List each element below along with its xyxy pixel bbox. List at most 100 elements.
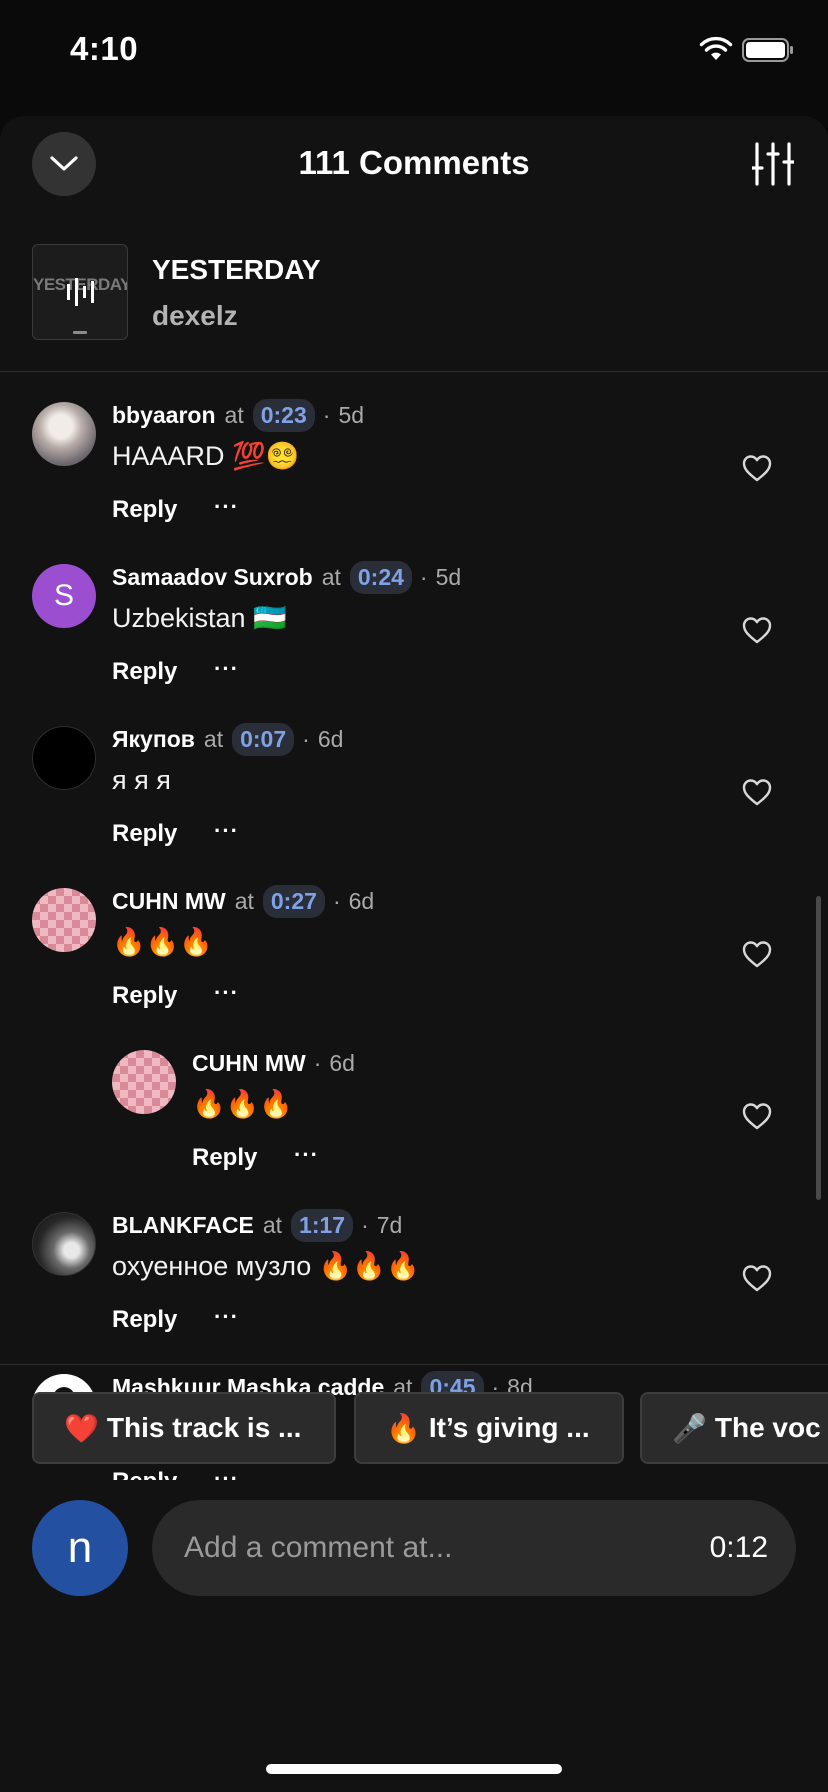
fire-emoji-icon: 🔥 bbox=[386, 1412, 421, 1444]
list-item: bbyaaron at 0:23 · 5d HAAARD 💯😵‍💫 Reply … bbox=[0, 372, 828, 532]
wifi-icon bbox=[699, 36, 733, 60]
comment-username[interactable]: CUHN MW bbox=[112, 888, 226, 915]
divider bbox=[0, 1364, 828, 1365]
artwork-detail bbox=[73, 331, 87, 334]
heart-icon[interactable] bbox=[742, 940, 772, 968]
comment-age: 5d bbox=[435, 563, 462, 590]
separator-dot: · bbox=[361, 1211, 369, 1238]
ellipsis-icon[interactable]: ··· bbox=[214, 1304, 239, 1330]
track-info[interactable]: YESTERDAY YESTERDAY dexelz bbox=[32, 244, 321, 340]
ellipsis-icon[interactable]: ··· bbox=[214, 494, 239, 520]
battery-icon bbox=[742, 38, 793, 62]
page-title: 111 Comments bbox=[298, 144, 530, 181]
comment-input[interactable]: Add a comment at... 0:12 bbox=[152, 1500, 796, 1596]
separator-dot: · bbox=[313, 1049, 322, 1076]
reply-button[interactable]: Reply bbox=[192, 1144, 257, 1172]
comment-text: 🔥🔥🔥 bbox=[112, 927, 213, 957]
screen: 4:10 111 Comments YESTERDAY YESTERDAY de… bbox=[0, 0, 828, 1792]
reply-button[interactable]: Reply bbox=[112, 1306, 177, 1334]
comment-header: CUHN MW · 6d bbox=[192, 1046, 355, 1080]
avatar[interactable] bbox=[32, 402, 96, 466]
list-item: Якупов at 0:07 · 6d я я я Reply ··· bbox=[0, 696, 828, 856]
avatar[interactable] bbox=[32, 726, 96, 790]
status-bar: 4:10 bbox=[0, 0, 828, 110]
comment-username[interactable]: Samaadov Suxrob bbox=[112, 564, 313, 591]
comment-username[interactable]: Якупов bbox=[112, 726, 195, 753]
comment-timestamp-chip[interactable]: 0:23 bbox=[252, 398, 315, 432]
track-artist: dexelz bbox=[152, 300, 238, 331]
separator-dot: · bbox=[419, 563, 428, 590]
reply-item: CUHN MW · 6d 🔥🔥🔥 Reply ··· bbox=[0, 1020, 828, 1180]
list-item: CUHN MW at 0:27 · 6d 🔥🔥🔥 Reply ··· bbox=[0, 858, 828, 1018]
ellipsis-icon[interactable]: ··· bbox=[214, 1466, 239, 1480]
comment-text: я я я bbox=[112, 765, 171, 795]
comment-age: 5d bbox=[338, 401, 365, 428]
comment-composer: n Add a comment at... 0:12 bbox=[32, 1500, 796, 1596]
ellipsis-icon[interactable]: ··· bbox=[294, 1142, 319, 1168]
comment-timestamp-chip[interactable]: 0:27 bbox=[262, 884, 325, 918]
comment-input-placeholder: Add a comment at... bbox=[184, 1531, 453, 1564]
avatar-letter: n bbox=[67, 1523, 93, 1572]
avatar[interactable] bbox=[32, 888, 96, 952]
comment-text: охуенное музло 🔥🔥🔥 bbox=[112, 1251, 420, 1281]
reply-button[interactable]: Reply bbox=[112, 496, 177, 524]
sliders-icon[interactable] bbox=[752, 140, 794, 188]
separator-dot: · bbox=[302, 725, 310, 752]
home-indicator[interactable] bbox=[266, 1764, 562, 1774]
suggestion-chip-label: The voc bbox=[714, 1412, 821, 1443]
comment-age: 6d bbox=[348, 887, 375, 914]
comment-timestamp-chip[interactable]: 1:17 bbox=[291, 1208, 354, 1242]
ellipsis-icon[interactable]: ··· bbox=[214, 818, 239, 844]
comment-at-label: at bbox=[262, 1211, 283, 1238]
suggestion-chip-label: It’s giving ... bbox=[428, 1412, 590, 1443]
comment-username[interactable]: bbyaaron bbox=[112, 402, 216, 429]
suggestion-chip[interactable]: ❤️ This track is ... bbox=[32, 1392, 336, 1464]
separator-dot: · bbox=[332, 887, 341, 914]
reply-button[interactable]: Reply bbox=[112, 1468, 177, 1480]
heart-icon[interactable] bbox=[742, 454, 772, 482]
comment-username[interactable]: BLANKFACE bbox=[112, 1212, 254, 1239]
comment-header: Samaadov Suxrob at 0:24 · 5d bbox=[112, 560, 461, 594]
avatar[interactable]: S bbox=[32, 564, 96, 628]
avatar[interactable] bbox=[32, 1212, 96, 1276]
heart-icon[interactable] bbox=[742, 1102, 772, 1130]
comment-username[interactable]: CUHN MW bbox=[192, 1050, 306, 1077]
comment-age: 7d bbox=[376, 1211, 403, 1238]
comment-age: 6d bbox=[329, 1049, 355, 1076]
heart-icon[interactable] bbox=[742, 616, 772, 644]
comment-header: BLANKFACE at 1:17 · 7d bbox=[112, 1208, 402, 1242]
list-item: S Samaadov Suxrob at 0:24 · 5d Uzbekista… bbox=[0, 534, 828, 694]
reply-button[interactable]: Reply bbox=[112, 658, 177, 686]
reply-button[interactable]: Reply bbox=[112, 820, 177, 848]
comment-timestamp-chip[interactable]: 0:07 bbox=[232, 722, 295, 756]
ellipsis-icon[interactable]: ··· bbox=[214, 980, 239, 1006]
separator-dot: · bbox=[322, 401, 331, 428]
ellipsis-icon[interactable]: ··· bbox=[214, 656, 239, 682]
scrollbar[interactable] bbox=[816, 896, 821, 1200]
comment-age: 6d bbox=[317, 725, 344, 752]
track-title: YESTERDAY bbox=[152, 254, 321, 285]
comment-header: CUHN MW at 0:27 · 6d bbox=[112, 884, 374, 918]
comment-at-label: at bbox=[321, 563, 341, 590]
comment-text: Uzbekistan 🇺🇿 bbox=[112, 603, 287, 633]
status-time: 4:10 bbox=[70, 30, 139, 67]
comment-timestamp-chip[interactable]: 0:24 bbox=[349, 560, 412, 594]
suggestion-chip-label: This track is ... bbox=[106, 1412, 302, 1443]
list-item: BLANKFACE at 1:17 · 7d охуенное музло 🔥🔥… bbox=[0, 1182, 828, 1342]
avatar[interactable] bbox=[112, 1050, 176, 1114]
comment-header: Якупов at 0:07 · 6d bbox=[112, 722, 343, 756]
suggestion-chip[interactable]: 🎤 The voc bbox=[640, 1392, 828, 1464]
avatar-letter: S bbox=[53, 579, 74, 612]
comments-list[interactable]: bbyaaron at 0:23 · 5d HAAARD 💯😵‍💫 Reply … bbox=[0, 372, 828, 1480]
suggestion-chip[interactable]: 🔥 It’s giving ... bbox=[354, 1392, 624, 1464]
heart-icon[interactable] bbox=[742, 1264, 772, 1292]
reply-button[interactable]: Reply bbox=[112, 982, 177, 1010]
track-artwork: YESTERDAY bbox=[32, 244, 128, 340]
waveform-icon bbox=[67, 278, 94, 306]
avatar[interactable]: n bbox=[32, 1500, 128, 1596]
comment-at-label: at bbox=[203, 725, 224, 752]
comment-input-timestamp[interactable]: 0:12 bbox=[710, 1531, 768, 1565]
comment-header: bbyaaron at 0:23 · 5d bbox=[112, 398, 364, 432]
heart-icon[interactable] bbox=[742, 778, 772, 806]
track-text: YESTERDAY dexelz bbox=[152, 252, 321, 332]
